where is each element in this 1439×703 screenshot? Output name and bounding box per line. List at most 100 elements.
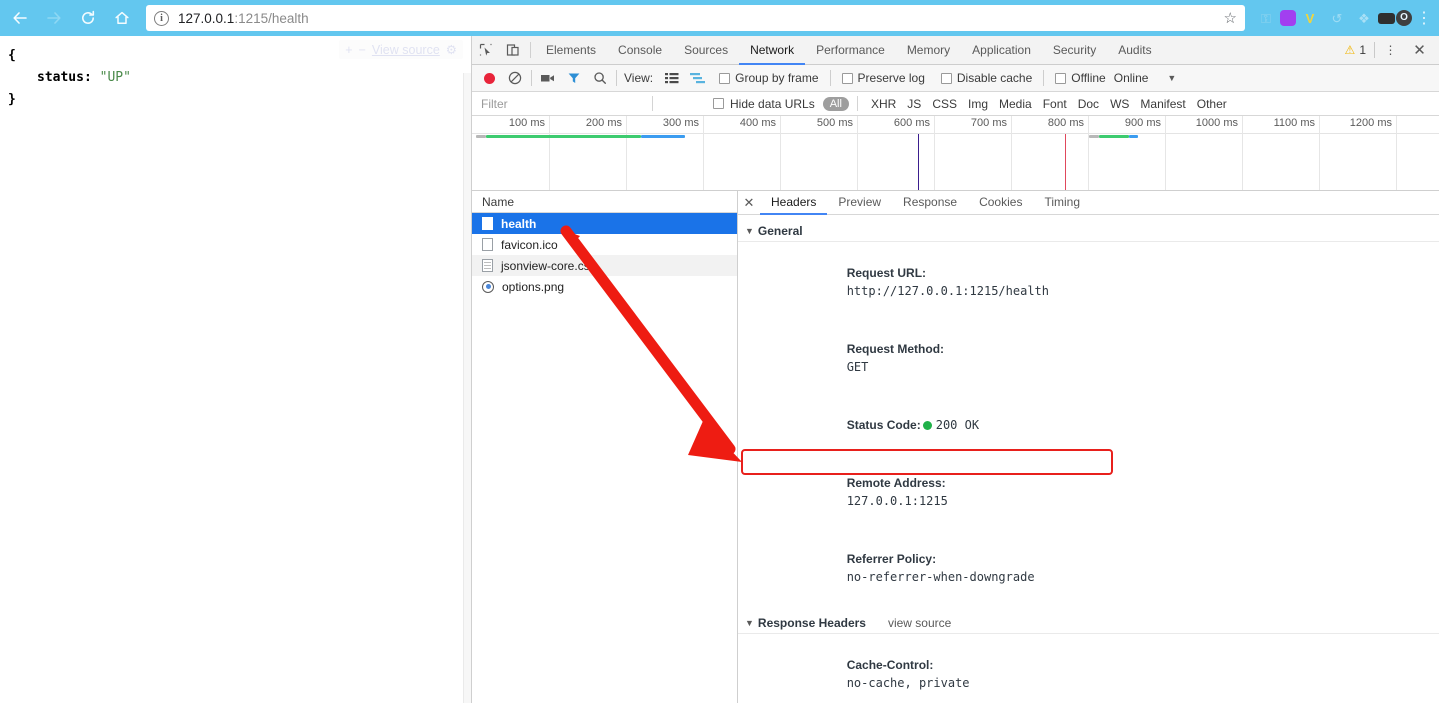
- home-icon[interactable]: [108, 4, 136, 32]
- table-row[interactable]: jsonview-core.css: [472, 255, 737, 276]
- divider: [1374, 42, 1375, 58]
- filter-type-xhr[interactable]: XHR: [871, 97, 896, 111]
- view-list-icon[interactable]: [659, 66, 685, 90]
- header-value: GET: [846, 360, 869, 374]
- tab-security[interactable]: Security: [1042, 36, 1107, 65]
- filter-type-other[interactable]: Other: [1197, 97, 1227, 111]
- reload-icon[interactable]: [74, 4, 102, 32]
- tab-console[interactable]: Console: [607, 36, 673, 65]
- opera-extension-icon[interactable]: O: [1396, 10, 1412, 26]
- back-arrow-icon[interactable]: [6, 4, 34, 32]
- hide-data-urls-label: Hide data URLs: [730, 96, 815, 111]
- tick-label: 1100 ms: [1273, 117, 1315, 129]
- filter-icon[interactable]: [561, 66, 587, 90]
- group-by-frame-checkbox[interactable]: Group by frame: [711, 71, 826, 85]
- mask-extension-icon[interactable]: [1378, 12, 1395, 24]
- headers-scroll-area[interactable]: ▼ General Request URL: http://127.0.0.1:…: [738, 215, 1439, 703]
- preserve-log-checkbox[interactable]: Preserve log: [834, 71, 933, 85]
- warning-badge[interactable]: ⚠ 1: [1345, 43, 1372, 57]
- filter-type-css[interactable]: CSS: [932, 97, 957, 111]
- overview-bar-request: [486, 135, 641, 138]
- info-icon[interactable]: i: [154, 10, 169, 26]
- tab-performance[interactable]: Performance: [805, 36, 896, 65]
- filter-type-all[interactable]: All: [822, 96, 849, 111]
- page-content: { status: "UP" } + − View source ⚙: [0, 36, 471, 703]
- detail-tab-cookies[interactable]: Cookies: [968, 191, 1033, 215]
- table-row[interactable]: options.png: [472, 276, 737, 297]
- address-bar[interactable]: i 127.0.0.1:1215/health ☆: [146, 5, 1245, 31]
- throttling-select[interactable]: Online ▼: [1114, 71, 1185, 85]
- bird-extension-icon[interactable]: ❖: [1351, 5, 1377, 31]
- jsonview-toolbar[interactable]: + − View source ⚙: [339, 40, 463, 59]
- header-name: Request URL:: [846, 266, 927, 280]
- expand-all-icon[interactable]: +: [345, 43, 352, 57]
- column-header-name[interactable]: Name: [472, 191, 737, 213]
- filter-type-manifest[interactable]: Manifest: [1140, 97, 1185, 111]
- section-general-header[interactable]: ▼ General: [738, 221, 1439, 242]
- search-icon[interactable]: [587, 66, 613, 90]
- filter-type-img[interactable]: Img: [968, 97, 988, 111]
- more-vertical-icon[interactable]: ⋮: [1377, 43, 1404, 57]
- shield-extension-icon[interactable]: ⚿: [1253, 5, 1279, 31]
- purple-extension-icon[interactable]: [1280, 10, 1296, 26]
- filter-input[interactable]: Filter: [472, 97, 642, 111]
- detail-tab-response[interactable]: Response: [892, 191, 968, 215]
- view-waterfall-icon[interactable]: [685, 66, 711, 90]
- disable-cache-checkbox[interactable]: Disable cache: [933, 71, 1040, 85]
- tick-label: 200 ms: [585, 117, 622, 129]
- header-value: http://127.0.0.1:1215/health: [846, 284, 1049, 298]
- bookmark-star-icon[interactable]: ☆: [1224, 9, 1237, 27]
- json-key: status:: [37, 70, 92, 85]
- filter-type-list: XHR JS CSS Img Media Font Doc WS Manifes…: [871, 97, 1227, 111]
- warning-count: 1: [1359, 43, 1366, 57]
- tab-application[interactable]: Application: [961, 36, 1042, 65]
- filter-type-font[interactable]: Font: [1043, 97, 1067, 111]
- json-property: status: "UP": [8, 67, 471, 89]
- filter-type-ws[interactable]: WS: [1110, 97, 1129, 111]
- tick-label: 600 ms: [893, 117, 930, 129]
- collapse-all-icon[interactable]: −: [359, 43, 366, 57]
- detail-tab-preview[interactable]: Preview: [827, 191, 892, 215]
- preserve-log-label: Preserve log: [857, 71, 925, 85]
- device-toolbar-icon[interactable]: [499, 36, 526, 64]
- chevron-down-icon: ▼: [745, 226, 754, 236]
- close-detail-icon[interactable]: ✕: [738, 191, 760, 214]
- tab-memory[interactable]: Memory: [896, 36, 961, 65]
- detail-tab-headers[interactable]: Headers: [760, 191, 828, 215]
- tab-sources[interactable]: Sources: [673, 36, 739, 65]
- history-extension-icon[interactable]: ↺: [1324, 5, 1350, 31]
- checkbox-box: [1055, 72, 1067, 84]
- tick-label: 400 ms: [739, 117, 776, 129]
- browser-menu-icon[interactable]: ⋮: [1413, 8, 1435, 28]
- close-devtools-icon[interactable]: ✕: [1406, 41, 1433, 59]
- filter-type-js[interactable]: JS: [907, 97, 921, 111]
- page-scrollbar[interactable]: [463, 73, 471, 703]
- view-source-link[interactable]: View source: [372, 43, 440, 57]
- tab-network[interactable]: Network: [739, 36, 806, 65]
- capture-screenshots-icon[interactable]: [535, 66, 561, 90]
- header-name: Request Method:: [846, 342, 945, 356]
- inspect-element-icon[interactable]: [472, 36, 499, 64]
- tab-elements[interactable]: Elements: [535, 36, 607, 65]
- clear-network-log-icon[interactable]: [502, 66, 528, 90]
- view-source-link[interactable]: view source: [888, 616, 951, 630]
- header-value: no-cache, private: [846, 676, 970, 690]
- network-overview-timeline[interactable]: 100 ms 200 ms 300 ms 400 ms 500 ms 600 m…: [472, 116, 1439, 191]
- vimium-extension-icon[interactable]: V: [1297, 5, 1323, 31]
- tick-label: 700 ms: [970, 117, 1007, 129]
- detail-tab-timing[interactable]: Timing: [1033, 191, 1091, 215]
- gear-icon[interactable]: ⚙: [446, 42, 457, 57]
- network-toolbar: View: Group by frame Preserve log Disabl…: [472, 65, 1439, 92]
- filter-type-doc[interactable]: Doc: [1078, 97, 1099, 111]
- request-detail-pane: ✕ Headers Preview Response Cookies Timin…: [738, 191, 1439, 703]
- hide-data-urls-checkbox[interactable]: Hide data URLs: [713, 97, 815, 111]
- record-button-icon[interactable]: [476, 66, 502, 90]
- table-row[interactable]: health: [472, 213, 737, 234]
- tab-audits[interactable]: Audits: [1107, 36, 1162, 65]
- table-row[interactable]: favicon.ico: [472, 234, 737, 255]
- document-icon: [482, 217, 493, 230]
- offline-checkbox[interactable]: Offline: [1047, 71, 1113, 85]
- filter-type-media[interactable]: Media: [999, 97, 1032, 111]
- request-name: options.png: [502, 279, 565, 294]
- section-response-headers-header[interactable]: ▼ Response Headers view source: [738, 613, 1439, 634]
